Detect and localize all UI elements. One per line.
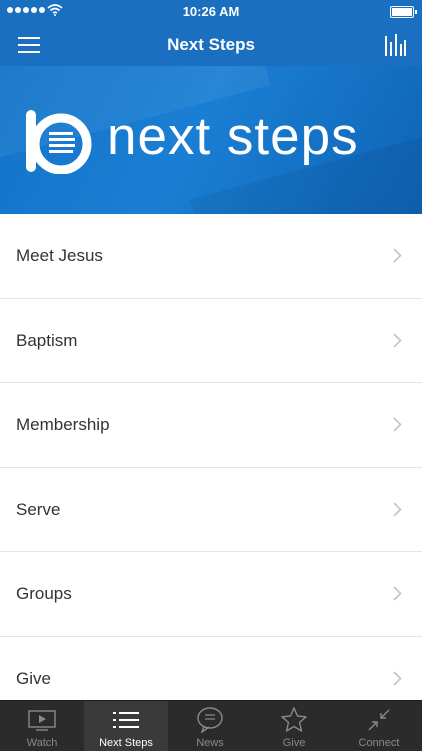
chevron-right-icon — [393, 248, 402, 263]
list-item-label: Serve — [16, 499, 61, 519]
speech-bubble-icon — [197, 707, 223, 733]
chevron-right-icon — [393, 501, 402, 517]
status-bar: 10:26 AM — [0, 0, 422, 22]
tab-bar: Watch Next Steps News Give Connect — [0, 700, 422, 751]
list-item-label: Give — [16, 668, 51, 688]
chevron-right-icon — [393, 417, 402, 432]
list-item-label: Meet Jesus — [16, 246, 103, 265]
tab-connect[interactable]: Connect — [336, 701, 422, 751]
list-item-baptism[interactable]: Baptism — [0, 298, 422, 383]
battery-icon — [390, 6, 417, 18]
hero-banner: next steps — [0, 66, 422, 214]
chevron-right-icon — [393, 586, 402, 601]
list-item-label: Membership — [16, 415, 110, 434]
list-icon — [113, 712, 139, 728]
tab-label: Next Steps — [99, 737, 153, 749]
tab-label: News — [196, 737, 224, 749]
church-logo-icon — [26, 110, 92, 174]
list-item-label: Groups — [16, 584, 72, 603]
tab-label: Connect — [358, 737, 400, 749]
list-item-label: Baptism — [16, 330, 78, 350]
tab-next-steps[interactable]: Next Steps — [84, 701, 168, 751]
chevron-right-icon — [393, 670, 402, 686]
chevron-right-icon — [393, 332, 402, 348]
next-steps-list: Meet Jesus Baptism Membership Serve Grou… — [0, 214, 422, 721]
tab-news[interactable]: News — [168, 701, 252, 751]
status-time: 10:26 AM — [182, 4, 240, 19]
list-item-serve[interactable]: Serve — [0, 467, 422, 552]
list-item-meet-jesus[interactable]: Meet Jesus — [0, 214, 422, 299]
video-icon — [28, 710, 56, 731]
navigation-bar: Next Steps — [0, 22, 422, 66]
tab-label: Give — [282, 737, 306, 749]
collapse-arrows-icon — [368, 709, 390, 731]
tab-give[interactable]: Give — [252, 701, 336, 751]
tab-watch[interactable]: Watch — [0, 701, 84, 751]
tab-label: Watch — [26, 737, 58, 749]
list-item-groups[interactable]: Groups — [0, 552, 422, 637]
star-icon — [281, 707, 307, 732]
list-item-membership[interactable]: Membership — [0, 383, 422, 468]
page-title: Next Steps — [167, 35, 255, 54]
banner-title: next steps — [107, 107, 359, 166]
bar-chart-icon[interactable] — [384, 32, 406, 56]
